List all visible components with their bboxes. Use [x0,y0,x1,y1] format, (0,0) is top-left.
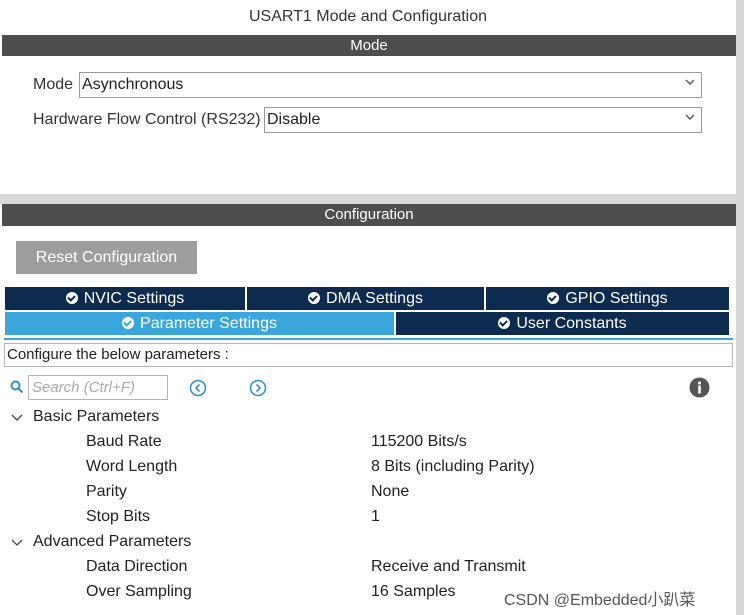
param-name[interactable]: Stop Bits [86,508,150,526]
param-name[interactable]: Data Direction [86,558,187,576]
check-circle-icon [122,317,135,329]
configuration-header: Configuration [2,204,736,226]
check-circle-icon [308,292,321,304]
param-value[interactable]: 16 Samples [371,583,456,601]
tab-dma-settings[interactable]: DMA Settings [247,287,484,310]
description-box: Configure the below parameters : [4,343,733,367]
tab-label: NVIC Settings [83,290,185,307]
tab-label: Parameter Settings [140,315,277,332]
info-icon[interactable] [689,377,710,398]
collapse-chevron-icon[interactable] [11,536,23,548]
mode-panel: Mode Asynchronous Hardware Flow Control … [2,56,736,194]
param-value[interactable]: None [371,483,409,501]
reset-configuration-button[interactable]: Reset Configuration [16,241,197,274]
hw-flow-label: Hardware Flow Control (RS232) [33,111,261,128]
tab-underline [4,338,733,340]
tab-label: User Constants [516,315,627,332]
check-circle-icon [547,292,560,304]
check-circle-icon [65,292,78,304]
mode-select-value: Asynchronous [82,76,184,93]
mode-header: Mode [2,35,736,57]
param-name[interactable]: Word Length [86,458,177,476]
chevron-down-icon [685,79,695,85]
hw-flow-select[interactable]: Disable [264,107,702,133]
param-value[interactable]: 115200 Bits/s [371,433,467,451]
param-value[interactable]: Receive and Transmit [371,558,526,576]
group-advanced-parameters[interactable]: Advanced Parameters [33,533,191,551]
tab-user-constants[interactable]: User Constants [396,312,729,335]
watermark-text: CSDN @Embedded小趴菜 [504,592,696,609]
tab-nvic-settings[interactable]: NVIC Settings [5,287,245,310]
check-circle-icon [498,317,511,329]
param-name[interactable]: Parity [86,483,127,501]
hw-flow-select-value: Disable [267,111,321,128]
search-input[interactable]: Search (Ctrl+F) [28,375,168,400]
param-value[interactable]: 1 [371,508,380,526]
window-title: USART1 Mode and Configuration [248,8,488,25]
tab-gpio-settings[interactable]: GPIO Settings [486,287,729,310]
param-name[interactable]: Baud Rate [86,433,162,451]
tab-label: DMA Settings [326,290,423,307]
group-basic-parameters[interactable]: Basic Parameters [33,408,159,426]
mode-label: Mode [33,76,74,93]
mode-select[interactable]: Asynchronous [79,72,702,98]
scrollbar-track[interactable] [736,0,744,615]
chevron-down-icon [685,114,695,120]
search-icon [10,380,24,394]
arrow-right-circle-icon[interactable] [249,379,267,397]
collapse-chevron-icon[interactable] [11,411,23,423]
tab-label: GPIO Settings [565,290,668,307]
tab-parameter-settings[interactable]: Parameter Settings [5,312,394,335]
param-name[interactable]: Over Sampling [86,583,192,601]
param-value[interactable]: 8 Bits (including Parity) [371,458,535,476]
section-divider [0,194,744,204]
arrow-left-circle-icon[interactable] [189,379,207,397]
